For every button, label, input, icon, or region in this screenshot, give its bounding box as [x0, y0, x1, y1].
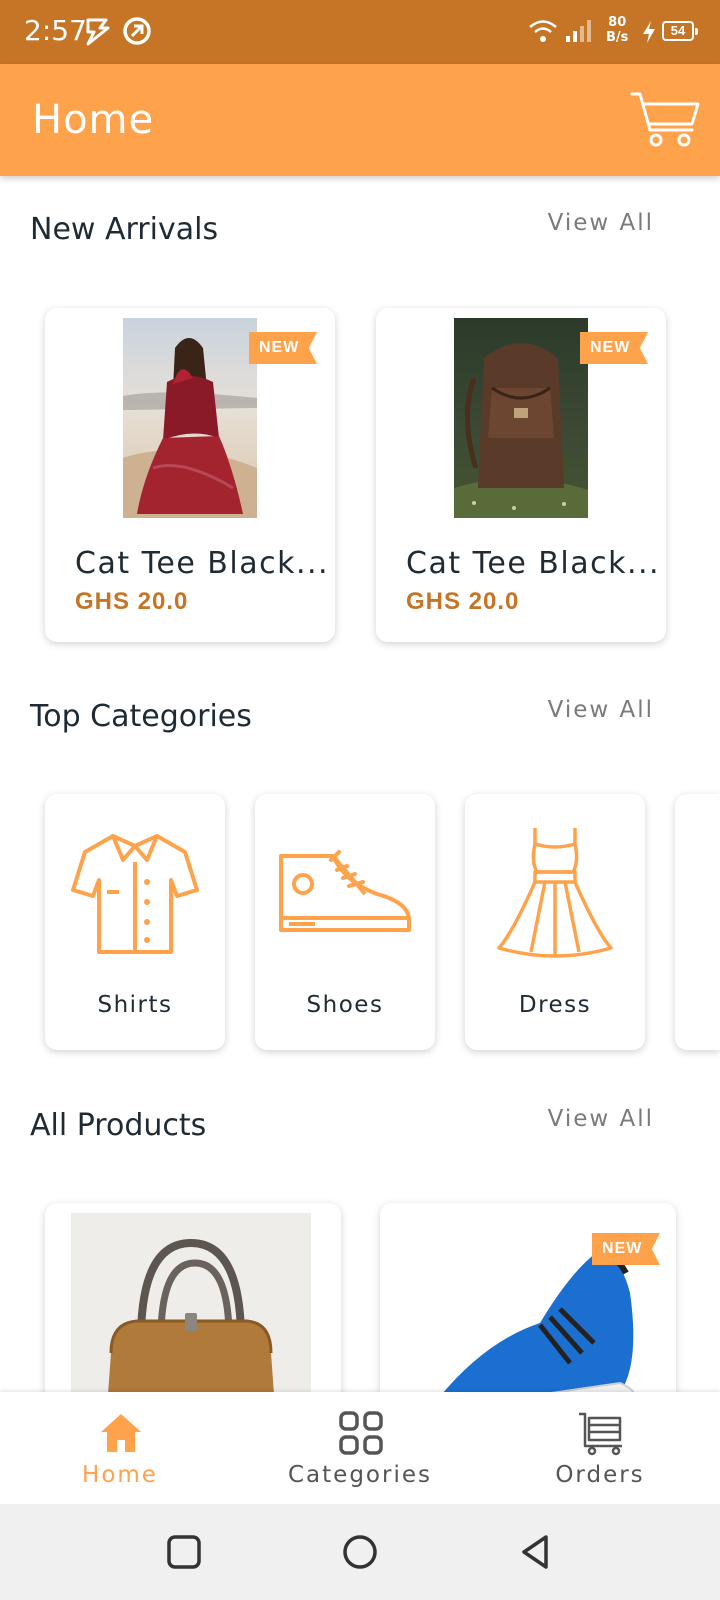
top-categories-view-all-link[interactable]: View All: [548, 697, 654, 723]
product-price: GHS 20.0: [75, 588, 189, 615]
shirt-icon: [71, 834, 199, 954]
wifi-icon: [529, 20, 557, 42]
product-price: GHS 20.0: [406, 588, 520, 615]
nav-home[interactable]: Home: [0, 1392, 240, 1504]
category-label: Shoes: [306, 992, 384, 1018]
cart-icon[interactable]: [630, 90, 700, 148]
category-label: Shirts: [97, 992, 173, 1018]
sync-icon: [123, 17, 151, 45]
system-navigation-bar: [0, 1504, 720, 1600]
status-bar: 2:57 80 B/s 54: [0, 0, 720, 64]
nav-orders[interactable]: Orders: [480, 1392, 720, 1504]
signal-icon: [566, 20, 591, 42]
new-arrivals-title: New Arrivals: [30, 212, 219, 247]
nav-categories-label: Categories: [288, 1462, 432, 1488]
dress-icon: [497, 828, 613, 958]
product-card[interactable]: NEW Cat Tee Black... GHS 20.0: [45, 308, 335, 642]
red-dress-photo: [123, 318, 257, 518]
orders-cart-icon: [579, 1412, 622, 1456]
top-categories-title: Top Categories: [30, 699, 252, 734]
nav-home-label: Home: [82, 1462, 158, 1488]
status-time: 2:57: [24, 14, 87, 47]
new-badge: NEW: [249, 332, 317, 364]
nav-categories[interactable]: Categories: [240, 1392, 480, 1504]
back-icon[interactable]: [518, 1534, 554, 1570]
all-products-title: All Products: [30, 1108, 207, 1143]
home-icon: [101, 1414, 141, 1452]
product-name: Cat Tee Black...: [75, 546, 330, 581]
new-arrivals-view-all-link[interactable]: View All: [548, 210, 654, 236]
network-speed-unit: B/s: [606, 30, 629, 45]
app-bar: Home: [0, 64, 720, 176]
product-card[interactable]: NEW Cat Tee Black... GHS 20.0: [376, 308, 666, 642]
all-products-view-all-link[interactable]: View All: [548, 1106, 654, 1132]
page-title: Home: [32, 97, 155, 143]
category-card-more[interactable]: [675, 794, 720, 1050]
categories-icon: [339, 1411, 383, 1455]
new-badge: NEW: [592, 1233, 660, 1265]
new-badge: NEW: [580, 332, 648, 364]
leather-backpack-photo: [454, 318, 588, 518]
product-name: Cat Tee Black...: [406, 546, 661, 581]
category-card-dress[interactable]: Dress: [465, 794, 645, 1050]
home-button-icon[interactable]: [342, 1534, 378, 1570]
network-speed-value: 80: [608, 15, 627, 30]
category-label: Dress: [518, 992, 592, 1018]
network-speed: 80 B/s: [606, 15, 628, 45]
bottom-navigation: Home Categories Orders: [0, 1392, 720, 1504]
shoe-icon: [279, 850, 411, 932]
category-card-shoes[interactable]: Shoes: [255, 794, 435, 1050]
charging-icon: [643, 21, 655, 43]
recent-apps-icon[interactable]: [166, 1534, 202, 1570]
battery-icon: 54: [662, 21, 698, 41]
nav-orders-label: Orders: [555, 1462, 645, 1488]
app-notification-icon: [86, 18, 110, 46]
category-card-shirts[interactable]: Shirts: [45, 794, 225, 1050]
